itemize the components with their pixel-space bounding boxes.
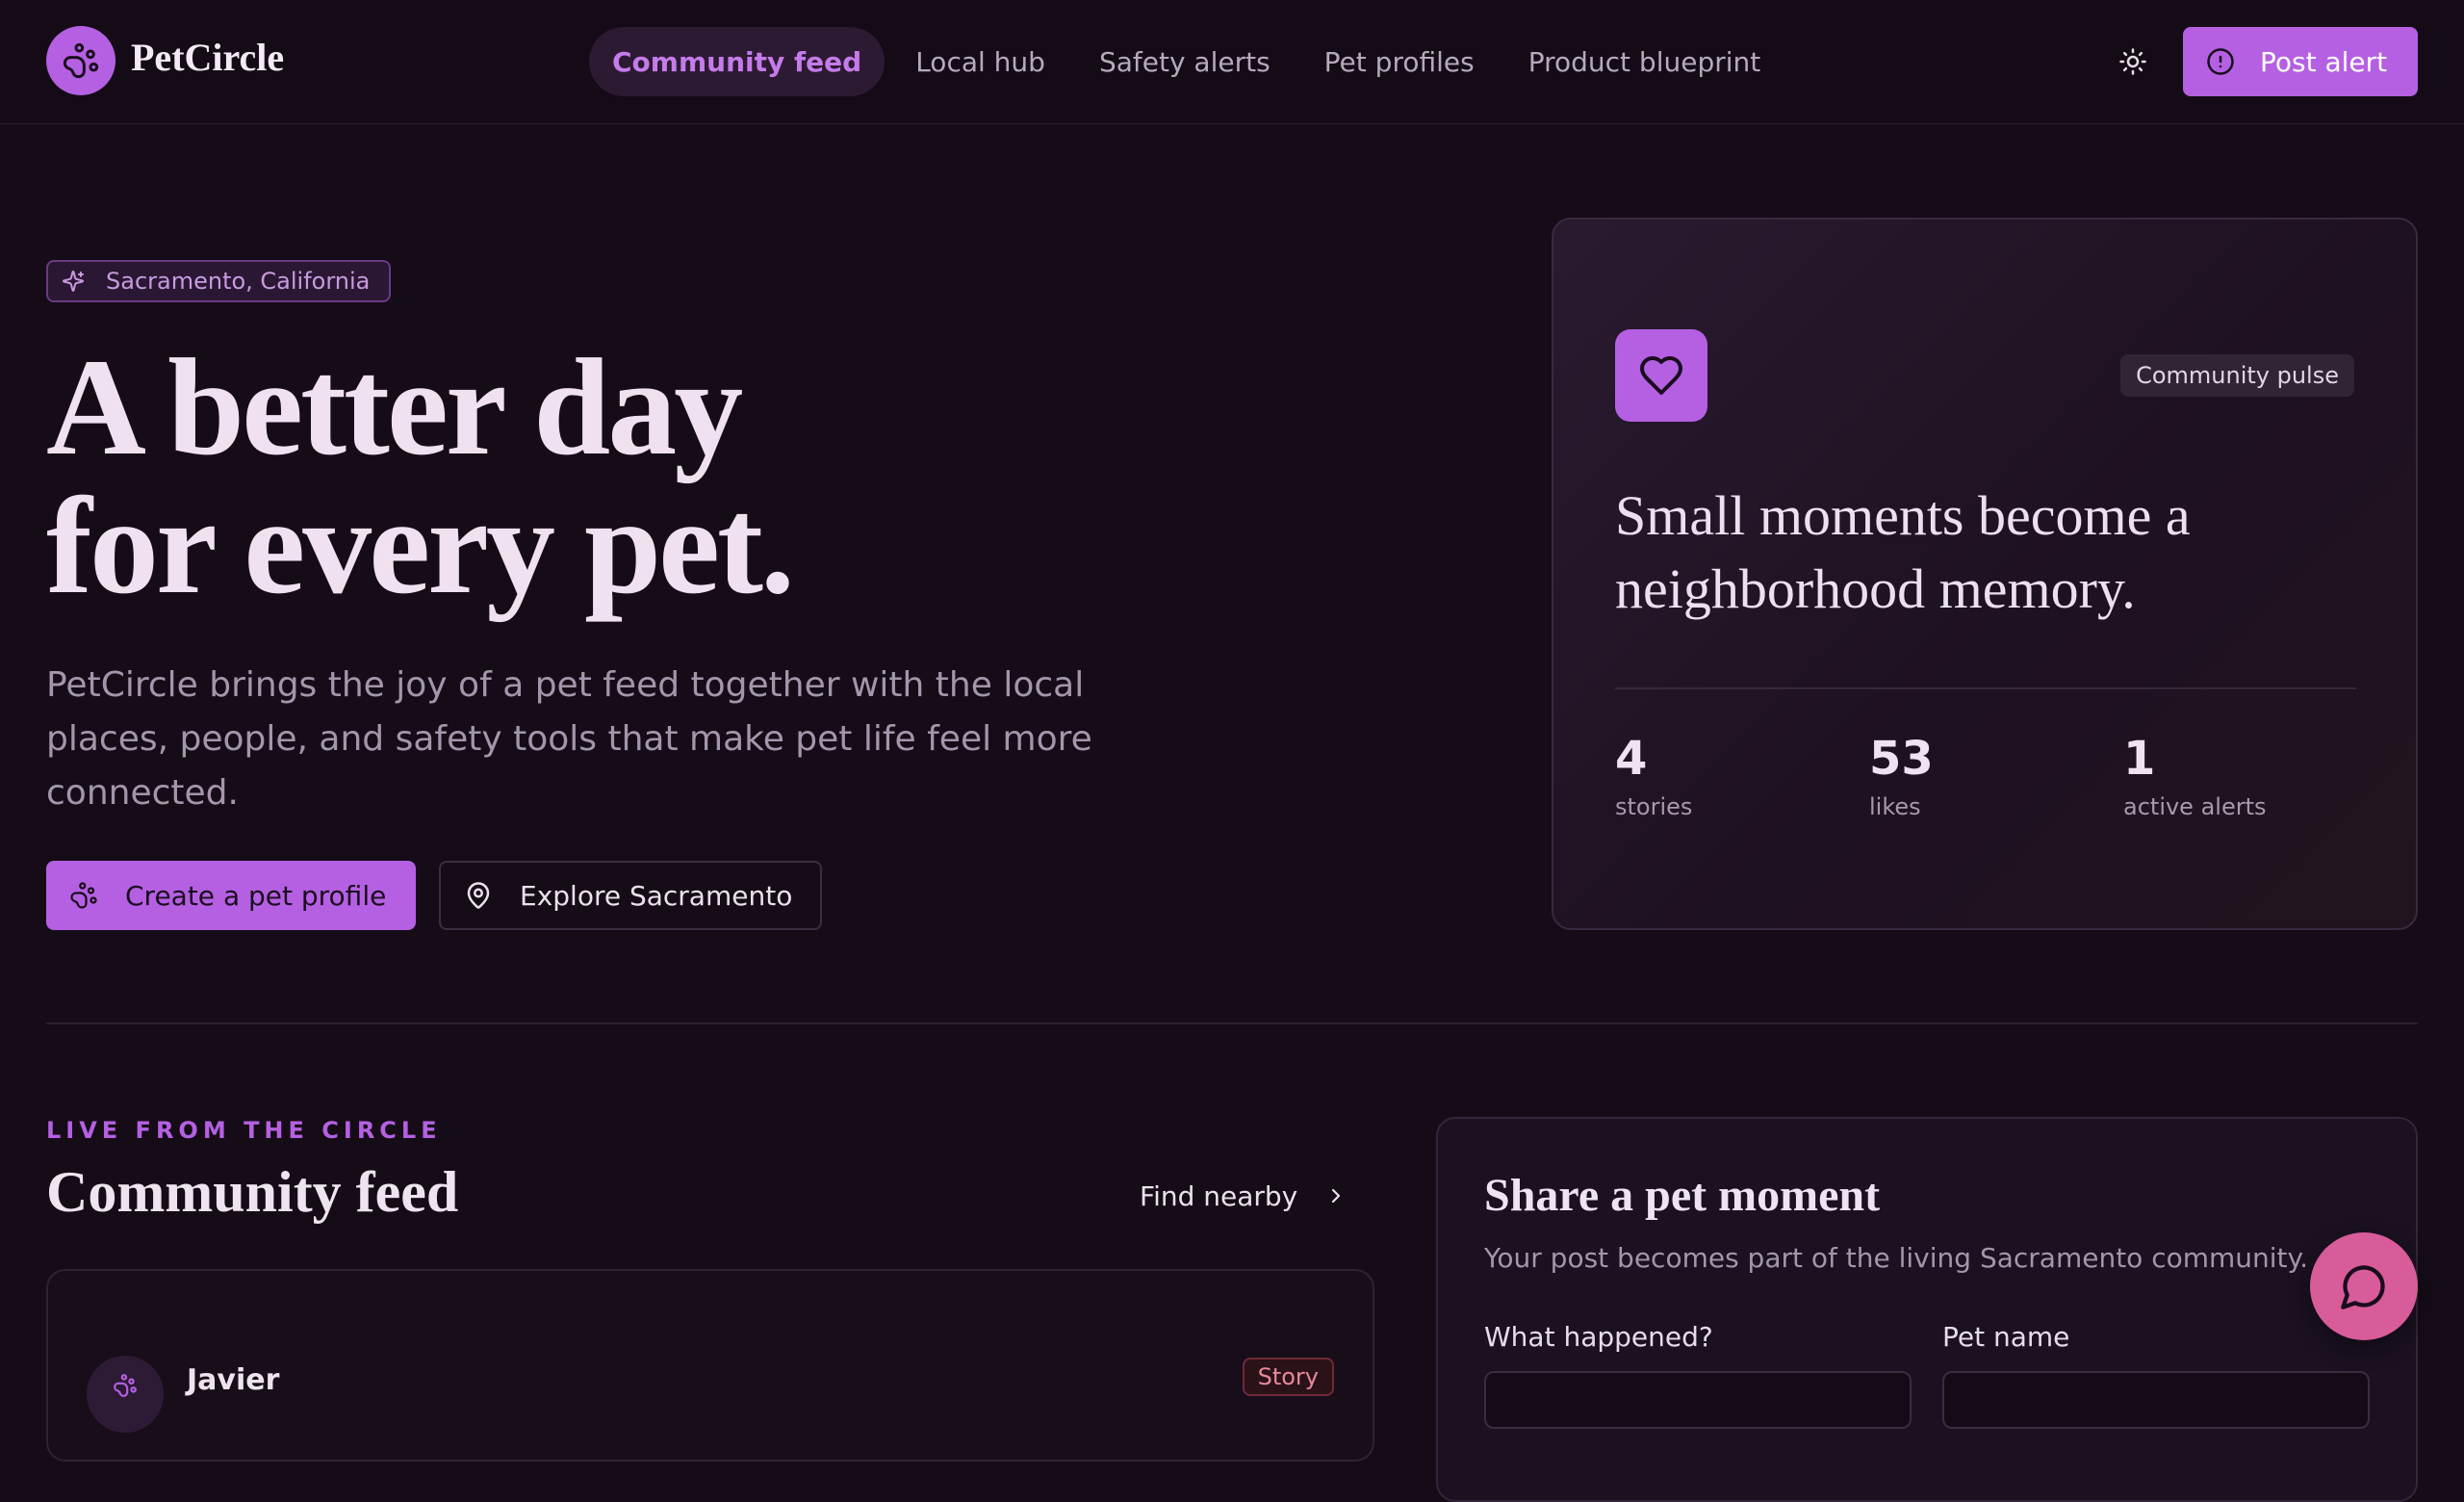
location-badge: Sacramento, California bbox=[46, 260, 391, 302]
nav-product-blueprint[interactable]: Product blueprint bbox=[1502, 27, 1788, 96]
stat-stories: 4 stories bbox=[1615, 730, 1692, 820]
brand-name[interactable]: PetCircle bbox=[131, 35, 284, 80]
stat-active-alerts: 1 active alerts bbox=[2123, 730, 2267, 820]
hero-title: A better day for every pet. bbox=[46, 339, 1201, 616]
avatar[interactable] bbox=[87, 1356, 164, 1433]
nav-pet-profiles[interactable]: Pet profiles bbox=[1297, 27, 1502, 96]
location-text: Sacramento, California bbox=[106, 268, 371, 295]
pulse-divider bbox=[1615, 687, 2356, 689]
sun-icon[interactable] bbox=[2114, 42, 2152, 81]
paw-logo-icon[interactable] bbox=[46, 26, 116, 95]
post-type-badge: Story bbox=[1242, 1358, 1334, 1396]
create-pet-profile-button[interactable]: Create a pet profile bbox=[46, 861, 416, 930]
message-circle-icon bbox=[2341, 1265, 2385, 1309]
section-divider bbox=[46, 1023, 2418, 1024]
nav-local-hub[interactable]: Local hub bbox=[888, 27, 1072, 96]
post-author[interactable]: Javier bbox=[187, 1363, 279, 1397]
share-subtitle: Your post becomes part of the living Sac… bbox=[1484, 1242, 2309, 1274]
hero-title-line-2: for every pet. bbox=[46, 470, 795, 623]
share-title: Share a pet moment bbox=[1484, 1170, 1881, 1221]
sparkles-icon bbox=[63, 271, 84, 292]
find-nearby-link[interactable]: Find nearby bbox=[1140, 1177, 1348, 1215]
nav-community-feed[interactable]: Community feed bbox=[589, 27, 886, 96]
hero-title-line-1: A better day bbox=[46, 331, 743, 484]
stat-likes: 53 likes bbox=[1869, 730, 1934, 820]
chat-button[interactable] bbox=[2310, 1232, 2418, 1340]
stat-likes-value: 53 bbox=[1869, 732, 1934, 786]
explore-sacramento-label: Explore Sacramento bbox=[520, 879, 793, 912]
post-alert-label: Post alert bbox=[2260, 45, 2388, 78]
stat-stories-value: 4 bbox=[1615, 732, 1648, 786]
stat-stories-label: stories bbox=[1615, 793, 1693, 820]
create-pet-profile-label: Create a pet profile bbox=[125, 879, 387, 912]
find-nearby-label: Find nearby bbox=[1140, 1179, 1298, 1212]
pulse-quote: Small moments become a neighborhood memo… bbox=[1615, 484, 2191, 620]
heart-icon bbox=[1615, 329, 1707, 422]
alert-circle-icon bbox=[2207, 48, 2234, 75]
nav-safety-alerts[interactable]: Safety alerts bbox=[1072, 27, 1297, 96]
chevron-right-icon bbox=[1332, 1188, 1341, 1204]
paw-icon bbox=[70, 882, 97, 909]
feed-eyebrow: LIVE FROM THE CIRCLE bbox=[46, 1117, 442, 1144]
stat-active-alerts-label: active alerts bbox=[2123, 793, 2267, 820]
feed-post-card[interactable]: Javier Story bbox=[46, 1269, 1374, 1462]
hero-description: PetCircle brings the joy of a pet feed t… bbox=[46, 665, 1092, 813]
community-pulse-card: Community pulse Small moments become a n… bbox=[1552, 218, 2418, 930]
pet-name-label: Pet name bbox=[1942, 1321, 2070, 1353]
top-navbar: PetCircle Community feed Local hub Safet… bbox=[0, 0, 2464, 124]
what-happened-input[interactable] bbox=[1484, 1371, 1912, 1429]
stat-likes-label: likes bbox=[1869, 793, 1921, 820]
main-nav: Community feed Local hub Safety alerts P… bbox=[589, 27, 1787, 96]
community-pulse-badge: Community pulse bbox=[2120, 354, 2354, 397]
explore-sacramento-button[interactable]: Explore Sacramento bbox=[439, 861, 822, 930]
pet-name-input[interactable] bbox=[1942, 1371, 2370, 1429]
what-happened-label: What happened? bbox=[1484, 1321, 1713, 1353]
paw-icon bbox=[114, 1374, 137, 1397]
map-pin-icon bbox=[467, 882, 490, 909]
feed-title: Community feed bbox=[46, 1160, 459, 1224]
stat-active-alerts-value: 1 bbox=[2123, 732, 2156, 786]
share-moment-card: Share a pet moment Your post becomes par… bbox=[1436, 1117, 2418, 1502]
post-alert-button[interactable]: Post alert bbox=[2183, 27, 2418, 96]
